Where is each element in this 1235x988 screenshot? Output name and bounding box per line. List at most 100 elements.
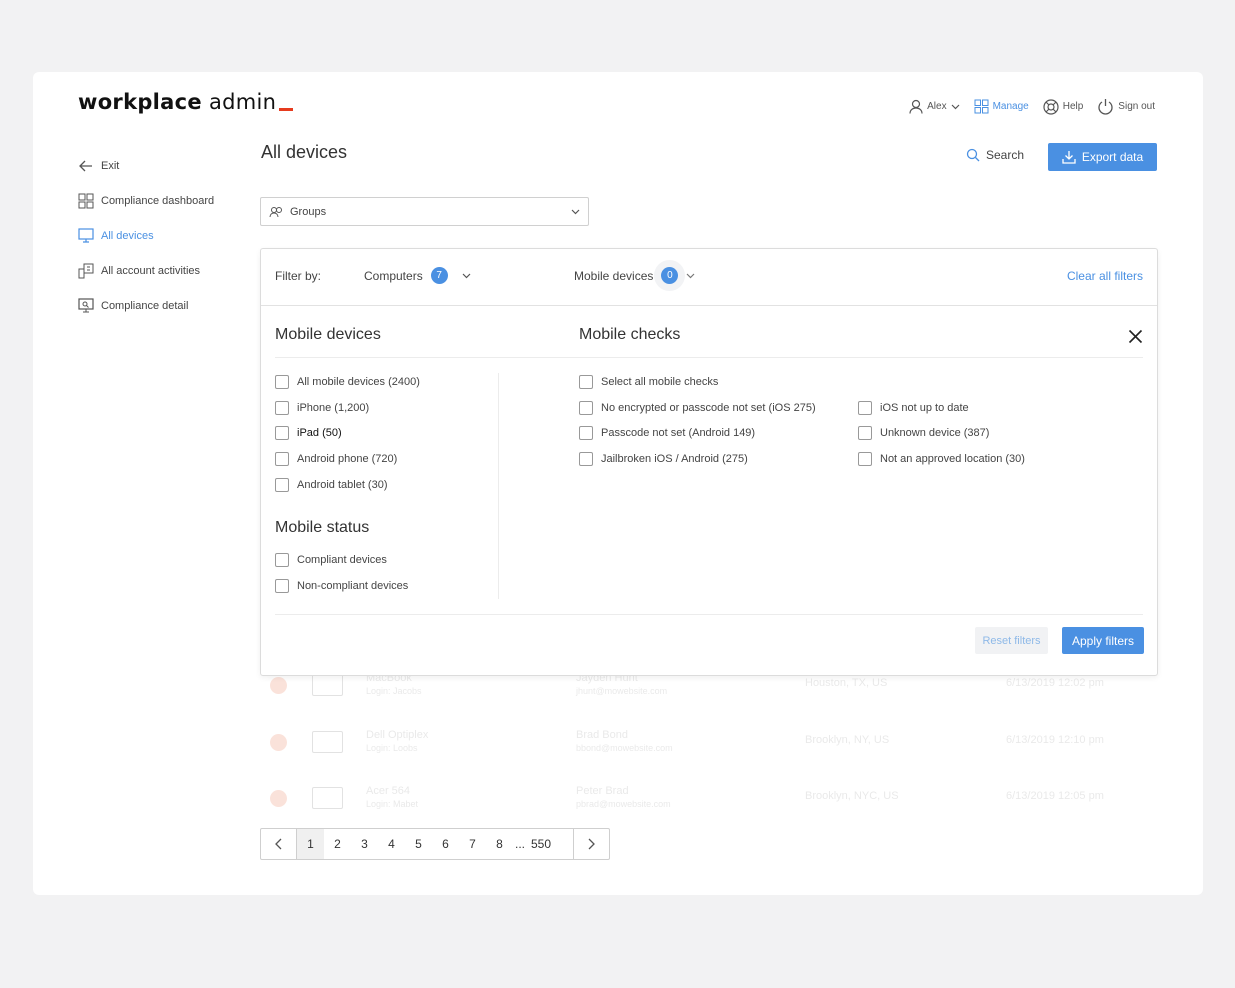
checkbox[interactable] [275, 579, 289, 593]
checkbox[interactable] [579, 452, 593, 466]
manage-link[interactable]: Manage [974, 99, 1029, 114]
page-number[interactable]: 4 [378, 829, 405, 859]
checkbox-all-mobile-devices[interactable]: All mobile devices (2400) [275, 375, 420, 389]
sidebar-item-all-devices[interactable]: All devices [78, 218, 248, 253]
user-menu[interactable]: Alex [909, 99, 960, 114]
footer-divider [275, 614, 1143, 615]
status-dot [270, 790, 287, 807]
page-number[interactable]: 5 [405, 829, 432, 859]
checkbox-ios-not-up-to-date[interactable]: iOS not up to date [858, 401, 969, 415]
checkbox-passcode-not-set[interactable]: Passcode not set (Android 149) [579, 426, 755, 440]
user-email: pbrad@mowebsite.com [576, 799, 671, 809]
chevron-left-icon [275, 838, 282, 850]
checkbox[interactable] [858, 452, 872, 466]
mobile-checks-title: Mobile checks [579, 326, 681, 343]
checkbox-android-tablet[interactable]: Android tablet (30) [275, 478, 388, 492]
brand-name-bold: workplace [78, 90, 202, 114]
prev-page-button[interactable] [261, 829, 297, 859]
location: Brooklyn, NYC, US [805, 790, 899, 802]
groups-label: Groups [290, 205, 327, 218]
checkbox-label: iPad (50) [297, 427, 342, 439]
mobile-devices-title: Mobile devices [275, 326, 381, 343]
sidebar-item-exit[interactable]: Exit [78, 148, 248, 183]
top-nav: Alex Manage Help Sign out [909, 98, 1155, 115]
checkbox-unknown-device[interactable]: Unknown device (387) [858, 426, 989, 440]
checkbox-ipad[interactable]: iPad (50) [275, 426, 342, 440]
table-row[interactable]: MacBook Login: Jacobs Jayden Hunt jhunt@mo… [260, 672, 1158, 712]
checkbox[interactable] [275, 553, 289, 567]
checkbox-jailbroken[interactable]: Jailbroken iOS / Android (275) [579, 452, 748, 466]
checkbox[interactable] [275, 452, 289, 466]
checkbox-label: iPhone (1,200) [297, 402, 370, 414]
checkbox-select-all-checks[interactable]: Select all mobile checks [579, 375, 718, 389]
clear-all-filters-link[interactable]: Clear all filters [1067, 269, 1143, 283]
table-row[interactable]: Dell Optiplex Login: Loobs Brad Bond bbond… [260, 729, 1158, 769]
checkbox-label: Not an approved location (30) [880, 453, 1025, 465]
next-page-button[interactable] [573, 829, 609, 859]
page-number[interactable]: 2 [324, 829, 351, 859]
apply-filters-button[interactable]: Apply filters [1062, 627, 1144, 654]
brand-name-light: admin [208, 90, 277, 114]
checkbox-not-approved-location[interactable]: Not an approved location (30) [858, 452, 1025, 466]
close-icon[interactable] [1128, 329, 1143, 344]
checkbox[interactable] [579, 375, 593, 389]
signout-link[interactable]: Sign out [1097, 98, 1155, 115]
checkbox[interactable] [275, 401, 289, 415]
device-name: Dell Optiplex [366, 729, 429, 741]
sidebar: Exit Compliance dashboard All devices Al… [78, 148, 248, 323]
checkbox-label: Passcode not set (Android 149) [601, 427, 756, 439]
checkbox-label: Unknown device (387) [880, 427, 990, 439]
main-card: workplace admin Alex Manage Help Sign ou… [33, 72, 1203, 895]
last-seen: 6/13/2019 12:02 pm [1006, 677, 1104, 689]
page-number[interactable]: 1 [297, 829, 324, 859]
page-number[interactable]: 7 [459, 829, 486, 859]
checkbox-android-phone[interactable]: Android phone (720) [275, 452, 397, 466]
mobile-status-title: Mobile status [275, 519, 370, 536]
checkbox[interactable] [579, 401, 593, 415]
page-number[interactable]: 3 [351, 829, 378, 859]
filter-computers[interactable]: Computers 7 [364, 267, 471, 284]
sidebar-item-label: All devices [101, 229, 154, 242]
checkbox-label: iOS not up to date [880, 402, 969, 414]
device-icon [312, 787, 343, 809]
checkbox-non-compliant[interactable]: Non-compliant devices [275, 579, 408, 593]
checkbox[interactable] [275, 478, 289, 492]
checkbox[interactable] [858, 401, 872, 415]
grid-icon [78, 193, 94, 208]
download-icon [1062, 151, 1076, 164]
checkbox[interactable] [858, 426, 872, 440]
chevron-down-icon [571, 209, 580, 214]
search-button[interactable]: Search [966, 148, 1024, 162]
sidebar-item-label: Exit [101, 159, 120, 172]
status-dot [270, 734, 287, 751]
lifebuoy-icon [1043, 98, 1059, 115]
checkbox-label: Android tablet (30) [297, 479, 388, 491]
checkbox-label: Compliant devices [297, 554, 387, 566]
user-email: bbond@mowebsite.com [576, 743, 673, 753]
checkbox[interactable] [275, 426, 289, 440]
table-row[interactable]: Acer 564 Login: Mabet Peter Brad pbrad@mow… [260, 785, 1158, 825]
checkbox-no-encrypted[interactable]: No encrypted or passcode not set (iOS 27… [579, 401, 816, 415]
filter-mobile-devices[interactable]: Mobile devices 0 [574, 267, 695, 284]
checkbox-label: Android phone (720) [297, 453, 398, 465]
brand-logo[interactable]: workplace admin [78, 90, 294, 114]
page-number[interactable]: 8 [486, 829, 513, 859]
help-link[interactable]: Help [1043, 98, 1084, 115]
checkbox-label: All mobile devices (2400) [297, 376, 420, 388]
page-number[interactable]: 6 [432, 829, 459, 859]
groups-dropdown[interactable]: Groups [260, 197, 589, 226]
help-label: Help [1062, 101, 1084, 112]
checkbox-iphone[interactable]: iPhone (1,200) [275, 401, 369, 415]
monitor-icon [78, 228, 94, 243]
sidebar-item-compliance-detail[interactable]: Compliance detail [78, 288, 248, 323]
export-data-button[interactable]: Export data [1048, 143, 1157, 171]
checkbox-label: Non-compliant devices [297, 580, 409, 592]
sidebar-item-account-activities[interactable]: All account activities [78, 253, 248, 288]
checkbox[interactable] [275, 375, 289, 389]
page-number-last[interactable]: 550 [527, 837, 559, 851]
sidebar-item-compliance-dashboard[interactable]: Compliance dashboard [78, 183, 248, 218]
checkbox[interactable] [579, 426, 593, 440]
checkbox-compliant[interactable]: Compliant devices [275, 553, 387, 567]
device-login: Login: Mabet [366, 799, 419, 809]
reset-filters-button[interactable]: Reset filters [975, 627, 1048, 654]
